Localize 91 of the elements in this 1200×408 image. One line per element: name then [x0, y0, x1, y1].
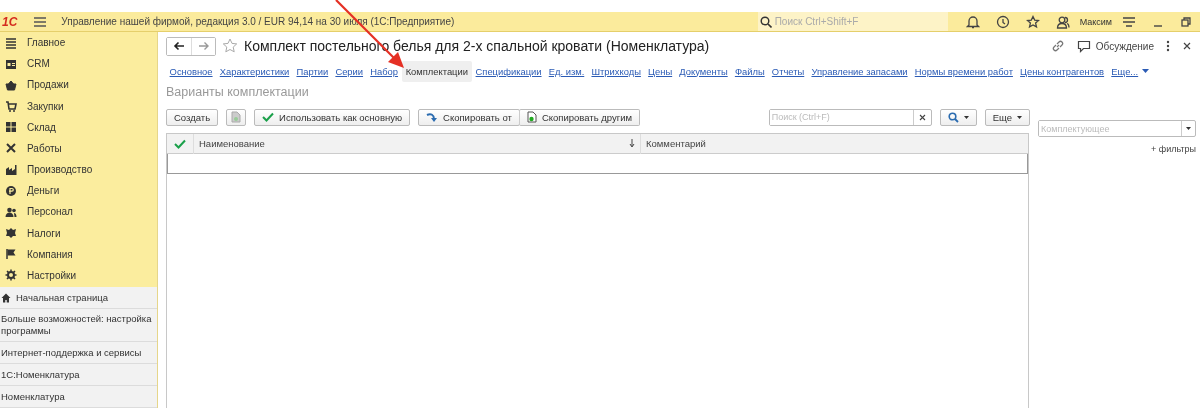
- sidebar-item[interactable]: Производство: [0, 159, 157, 181]
- search-icon: [759, 15, 772, 28]
- arrow-right-icon: [197, 41, 210, 51]
- tab[interactable]: Серии: [331, 61, 367, 81]
- copy-from-button[interactable]: Скопировать от: [418, 108, 520, 126]
- clear-icon[interactable]: [918, 113, 926, 121]
- more-icon[interactable]: [1166, 40, 1170, 52]
- link-icon[interactable]: [1050, 39, 1065, 53]
- flag-icon: [5, 248, 17, 261]
- sidebar-item[interactable]: Налоги: [0, 222, 157, 244]
- open-window-item[interactable]: 1С:Номенклатура: [0, 364, 157, 387]
- create-button[interactable]: Создать: [166, 108, 219, 126]
- grid-icon: [5, 121, 17, 134]
- search-field[interactable]: Поиск Ctrl+Shift+F: [757, 12, 948, 31]
- star-icon[interactable]: [222, 38, 238, 54]
- tab[interactable]: Нормы времени работ: [911, 61, 1017, 81]
- factory-icon: [5, 163, 17, 176]
- component-field[interactable]: Комплектующее: [1038, 120, 1196, 137]
- more-button[interactable]: Еще: [984, 108, 1030, 126]
- column-header[interactable]: Наименование: [193, 133, 640, 154]
- emblem-icon: [5, 227, 17, 240]
- bell-icon[interactable]: [965, 14, 980, 29]
- sidebar-item[interactable]: Главное: [0, 32, 157, 54]
- search-icon: [947, 111, 959, 123]
- open-window-item[interactable]: Номенклатура: [0, 386, 157, 408]
- sidebar-item[interactable]: CRM: [0, 53, 157, 75]
- cart-icon: [5, 100, 17, 113]
- tab[interactable]: Спецификации: [471, 61, 546, 81]
- sidebar-item[interactable]: Работы: [0, 137, 157, 160]
- checkmark-icon: [262, 112, 275, 122]
- speech-bubble-icon: [1076, 39, 1091, 53]
- tab[interactable]: Комплектации: [401, 60, 472, 82]
- checkmark-icon: [174, 138, 186, 149]
- tab[interactable]: Цены контрагентов: [1016, 61, 1108, 81]
- sidebar-item[interactable]: Продажи: [0, 74, 157, 96]
- id-card-icon: [5, 57, 17, 70]
- search-field[interactable]: Поиск (Ctrl+F): [768, 108, 932, 126]
- document-icon: [526, 111, 537, 123]
- tab[interactable]: Характеристики: [216, 61, 293, 81]
- sort-down-icon: [629, 139, 635, 148]
- app-logo: 1С: [2, 14, 18, 29]
- sidebar-item[interactable]: Компания: [0, 243, 157, 265]
- tab[interactable]: Ед. изм.: [545, 61, 588, 81]
- tab[interactable]: Файлы: [731, 61, 769, 81]
- sidebar-item[interactable]: Настройки: [0, 264, 157, 287]
- caret-icon: [1142, 69, 1150, 73]
- sidebar-item[interactable]: Деньги: [0, 180, 157, 202]
- history-icon[interactable]: [995, 14, 1010, 29]
- tab[interactable]: Цены: [644, 61, 676, 81]
- tab[interactable]: Набор: [366, 61, 402, 81]
- menu-icon[interactable]: [1122, 15, 1136, 28]
- add-filters-link[interactable]: + фильтры: [1150, 144, 1196, 154]
- tab[interactable]: Еще...: [1107, 61, 1153, 81]
- sidebar-item[interactable]: Закупки: [0, 95, 157, 117]
- section-title: Варианты комплектации: [166, 85, 310, 101]
- tab[interactable]: Документы: [675, 61, 732, 81]
- tab[interactable]: Штрихкоды: [587, 61, 645, 81]
- caret-icon: [1017, 115, 1022, 119]
- search-button[interactable]: [939, 108, 977, 126]
- dropdown-icon[interactable]: [1186, 127, 1191, 130]
- home-icon: [1, 292, 11, 303]
- sidebar-item[interactable]: Персонал: [0, 201, 157, 223]
- open-window-item[interactable]: Начальная страница: [0, 287, 157, 310]
- gear-icon: [5, 269, 17, 282]
- open-window-item[interactable]: Больше возможностей: настройка программы: [0, 309, 157, 343]
- curved-arrow-icon: [426, 112, 439, 122]
- restore-icon[interactable]: [1180, 15, 1192, 28]
- tab[interactable]: Основное: [166, 61, 217, 81]
- tab[interactable]: Партии: [292, 61, 332, 81]
- coin-icon: [5, 184, 17, 197]
- tab[interactable]: Отчеты: [768, 61, 808, 81]
- menu-icon[interactable]: [33, 15, 48, 28]
- caret-icon: [963, 115, 969, 119]
- basket-icon: [5, 78, 17, 91]
- column-header[interactable]: Комментарий: [640, 133, 1028, 154]
- tab[interactable]: Управление запасами: [807, 61, 912, 81]
- star-icon[interactable]: [1025, 14, 1040, 29]
- search-input[interactable]: Поиск Ctrl+Shift+F: [771, 13, 942, 30]
- document-icon: [231, 111, 242, 123]
- user-name[interactable]: Максим: [1079, 16, 1112, 27]
- arrow-left-icon: [173, 41, 185, 51]
- use-as-main-button[interactable]: Использовать как основную: [254, 108, 411, 126]
- close-icon[interactable]: [1182, 41, 1192, 51]
- open-window-item[interactable]: Интернет-поддержка и сервисы: [0, 342, 157, 365]
- copy-to-others-button[interactable]: Скопировать другим: [518, 108, 641, 126]
- list-icon: [5, 36, 17, 49]
- people-icon: [5, 205, 17, 218]
- users-icon[interactable]: [1055, 14, 1070, 29]
- table-row[interactable]: [167, 154, 1028, 174]
- sidebar-item[interactable]: Склад: [0, 116, 157, 138]
- discussion-button[interactable]: Обсуждение: [1076, 39, 1154, 53]
